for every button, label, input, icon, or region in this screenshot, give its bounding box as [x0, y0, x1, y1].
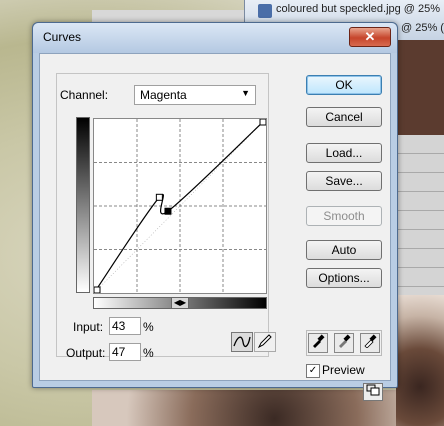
preview-label: Preview [322, 363, 365, 377]
background-photo-top [396, 40, 444, 135]
panel-row [397, 135, 444, 154]
curve-tool-button[interactable] [231, 332, 253, 352]
curve-tool-icon [233, 336, 251, 348]
curve-point[interactable] [164, 207, 172, 215]
output-gradient-bar [76, 117, 90, 293]
document-title: coloured but speckled.jpg @ 25% [276, 3, 441, 15]
load-button[interactable]: Load... [306, 143, 382, 163]
dialog-title: Curves [43, 30, 82, 44]
channel-select[interactable]: Magenta ▼ [134, 85, 256, 105]
curve-point[interactable] [94, 286, 101, 293]
panel-row [397, 268, 444, 287]
options-button[interactable]: Options... [306, 268, 382, 288]
panel-row [397, 211, 444, 230]
pencil-tool-button[interactable] [254, 332, 276, 352]
white-eyedropper-icon[interactable] [360, 333, 380, 353]
background-photo-strip [92, 390, 396, 426]
auto-button[interactable]: Auto [306, 240, 382, 260]
channel-label: Channel: [60, 88, 109, 102]
curve-graph[interactable] [93, 118, 267, 294]
black-eyedropper-icon[interactable] [308, 333, 328, 353]
output-label: Output: [66, 346, 106, 360]
input-label: Input: [73, 320, 104, 334]
channel-value: Magenta [140, 88, 187, 102]
output-percent: % [143, 346, 154, 360]
ok-button[interactable]: OK [306, 75, 382, 95]
pencil-icon [257, 334, 272, 349]
gray-eyedropper-icon[interactable] [334, 333, 354, 353]
curve-point[interactable] [155, 193, 163, 201]
expand-options-button[interactable] [363, 383, 383, 401]
background-photo-bottom [396, 295, 444, 426]
panel-row [397, 249, 444, 268]
document-icon [258, 4, 272, 18]
output-field[interactable]: 47 [109, 343, 141, 361]
curve-svg [94, 119, 266, 293]
gradient-toggle-button[interactable]: ◀▶ [171, 297, 189, 309]
curves-dialog: Curves ✕ Channel: Magenta ▼ ◀▶ Input: 43… [32, 22, 398, 401]
save-button[interactable]: Save... [306, 171, 382, 191]
panel-row [397, 192, 444, 211]
smooth-button[interactable]: Smooth [306, 206, 382, 226]
curve-point[interactable] [259, 119, 266, 126]
panel-row [397, 173, 444, 192]
document-zoom: @ 25% ( [401, 22, 444, 34]
panel-row [397, 154, 444, 173]
dialog-body: Channel: Magenta ▼ ◀▶ Input: 43 % Output… [39, 53, 391, 401]
dialog-titlebar[interactable]: Curves ✕ [33, 23, 397, 53]
input-field[interactable]: 43 [109, 317, 141, 335]
chevron-down-icon: ▼ [241, 88, 250, 98]
expand-icon [366, 384, 380, 396]
panel-row [397, 230, 444, 249]
close-button[interactable]: ✕ [349, 27, 391, 47]
input-percent: % [143, 320, 154, 334]
background-panel [396, 135, 444, 295]
preview-checkbox[interactable]: ✓ [306, 364, 320, 378]
cancel-button[interactable]: Cancel [306, 107, 382, 127]
